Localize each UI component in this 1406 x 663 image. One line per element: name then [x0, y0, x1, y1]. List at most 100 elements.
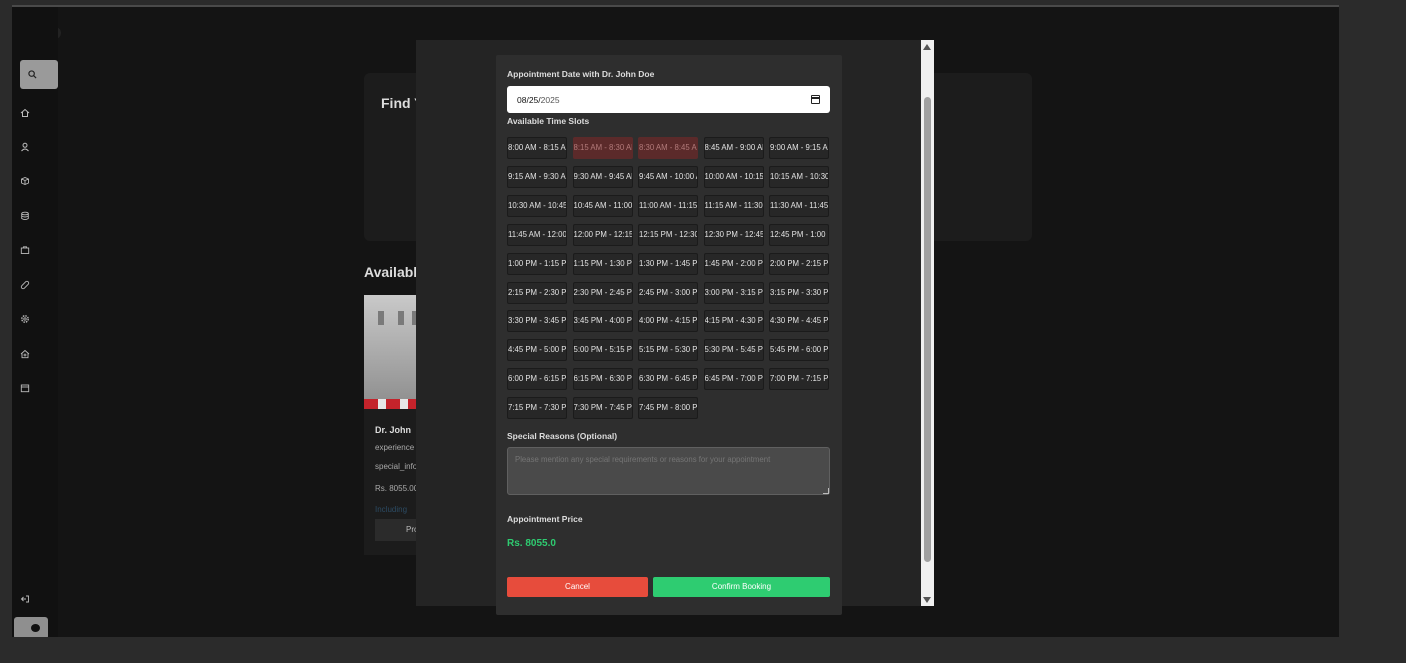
time-slot[interactable]: 2:15 PM - 2:30 PM	[507, 281, 567, 304]
pill-icon[interactable]	[20, 277, 30, 290]
time-slot[interactable]: 8:00 AM - 8:15 AM	[507, 137, 567, 159]
time-slot[interactable]: 10:15 AM - 10:30 AM	[769, 165, 829, 188]
confirm-booking-button[interactable]: Confirm Booking	[653, 577, 830, 597]
time-slot[interactable]: 11:30 AM - 11:45 AM	[769, 194, 829, 217]
settings-icon[interactable]	[20, 311, 30, 323]
time-slot-label: 9:30 AM - 9:45 AM	[573, 171, 633, 181]
time-slot[interactable]: 9:00 AM - 9:15 AM	[769, 137, 829, 159]
time-slot[interactable]: 7:15 PM - 7:30 PM	[507, 397, 567, 420]
time-slot[interactable]: 6:15 PM - 6:30 PM	[572, 368, 633, 391]
time-slot[interactable]: 1:30 PM - 1:45 PM	[638, 252, 698, 275]
time-slot-label: 2:45 PM - 3:00 PM	[639, 287, 698, 297]
time-slot-label: 2:30 PM - 2:45 PM	[573, 287, 633, 297]
time-slot-label: 12:30 PM - 12:45 PM	[704, 229, 764, 239]
time-slot[interactable]: 4:15 PM - 4:30 PM	[703, 310, 764, 333]
scroll-down-icon[interactable]	[923, 597, 931, 603]
doctor-card-image	[364, 295, 424, 409]
time-slot[interactable]: 10:45 AM - 11:00 AM	[572, 194, 633, 217]
scroll-up-icon[interactable]	[923, 44, 931, 50]
time-slot-label: 6:00 PM - 6:15 PM	[508, 374, 567, 384]
time-slot-label: 4:30 PM - 4:45 PM	[770, 316, 829, 326]
time-slot[interactable]: 12:15 PM - 12:30 PM	[638, 223, 698, 246]
modal-scrollbar[interactable]	[921, 40, 934, 606]
time-slot[interactable]: 4:00 PM - 4:15 PM	[638, 310, 698, 333]
time-slot[interactable]: 9:45 AM - 10:00 AM	[638, 165, 698, 188]
cancel-button[interactable]: Cancel	[507, 577, 648, 597]
time-slot[interactable]: 9:15 AM - 9:30 AM	[507, 165, 567, 188]
time-slot[interactable]: 3:30 PM - 3:45 PM	[507, 310, 567, 333]
time-slot[interactable]: 11:00 AM - 11:15 AM	[638, 194, 698, 217]
hospital-icon[interactable]	[20, 346, 30, 359]
theme-toggle[interactable]	[14, 617, 48, 637]
time-slot[interactable]: 12:00 PM - 12:15 PM	[572, 223, 633, 246]
doctor-card: Dr. John experience special_info Rs. 805…	[364, 295, 424, 555]
time-slot[interactable]: 5:45 PM - 6:00 PM	[769, 339, 829, 362]
time-slot[interactable]: 10:00 AM - 10:15 AM	[703, 165, 764, 188]
time-slot[interactable]: 5:15 PM - 5:30 PM	[638, 339, 698, 362]
time-slot[interactable]: 3:15 PM - 3:30 PM	[769, 281, 829, 304]
home-icon[interactable]	[20, 105, 30, 117]
time-slot[interactable]: 11:45 AM - 12:00 PM	[507, 223, 567, 246]
time-slot[interactable]: 11:15 AM - 11:30 AM	[703, 194, 764, 217]
time-slot-label: 12:00 PM - 12:15 PM	[573, 229, 633, 239]
time-slot[interactable]: 1:00 PM - 1:15 PM	[507, 252, 567, 275]
time-slot-label: 4:15 PM - 4:30 PM	[704, 316, 764, 326]
time-slot-label: 3:00 PM - 3:15 PM	[704, 287, 764, 297]
time-slot[interactable]: 12:30 PM - 12:45 PM	[703, 223, 764, 246]
time-slot-label: 10:45 AM - 11:00 AM	[573, 200, 633, 210]
time-slot[interactable]: 2:00 PM - 2:15 PM	[769, 252, 829, 275]
time-slot-label: 10:00 AM - 10:15 AM	[704, 171, 764, 181]
time-slot[interactable]: 4:30 PM - 4:45 PM	[769, 310, 829, 333]
resize-grip-icon[interactable]	[823, 488, 829, 494]
time-slot-booked: 8:15 AM - 8:30 AM (Booked)	[572, 137, 633, 159]
time-slot[interactable]: 2:45 PM - 3:00 PM	[638, 281, 698, 304]
time-slot[interactable]: 3:00 PM - 3:15 PM	[703, 281, 764, 304]
time-slot[interactable]: 9:30 AM - 9:45 AM	[572, 165, 633, 188]
time-slot-label: 4:00 PM - 4:15 PM	[639, 316, 698, 326]
time-slot[interactable]: 1:15 PM - 1:30 PM	[572, 252, 633, 275]
user-icon[interactable]	[20, 139, 30, 152]
price-value: Rs. 8055.0	[507, 538, 556, 549]
time-slot-label: 8:00 AM - 8:15 AM	[508, 143, 567, 152]
time-slot[interactable]: 10:30 AM - 10:45 AM	[507, 194, 567, 217]
date-year: 2025	[540, 94, 560, 105]
time-slot-label: 6:45 PM - 7:00 PM	[704, 374, 764, 384]
calendar-icon[interactable]	[811, 95, 820, 104]
time-slot[interactable]: 6:00 PM - 6:15 PM	[507, 368, 567, 391]
time-slot[interactable]: 7:45 PM - 8:00 PM	[638, 397, 698, 420]
time-slot[interactable]: 5:00 PM - 5:15 PM	[572, 339, 633, 362]
time-slot-label: 4:45 PM - 5:00 PM	[508, 345, 567, 355]
briefcase-icon[interactable]	[20, 242, 30, 254]
calendar-icon[interactable]	[20, 380, 30, 393]
time-slot-label: 12:15 PM - 12:30 PM	[639, 229, 698, 239]
time-slot-label: 10:15 AM - 10:30 AM	[770, 171, 829, 181]
reasons-label: Special Reasons (Optional)	[507, 431, 618, 441]
time-slot-label: 11:15 AM - 11:30 AM	[704, 200, 763, 210]
doctor-price: Rs. 8055.00	[375, 484, 419, 493]
time-slot[interactable]: 12:45 PM - 1:00 PM	[769, 223, 829, 246]
time-slot[interactable]: 2:30 PM - 2:45 PM	[572, 281, 633, 304]
time-slot[interactable]: 6:45 PM - 7:00 PM	[703, 368, 764, 391]
doctor-link[interactable]: Including	[375, 505, 407, 514]
logout-icon[interactable]	[20, 591, 30, 603]
time-slot[interactable]: 6:30 PM - 6:45 PM	[638, 368, 698, 391]
time-slot[interactable]: 8:45 AM - 9:00 AM	[703, 137, 764, 159]
date-input[interactable]: 08/25/2025	[507, 86, 830, 113]
time-slot-label: 5:00 PM - 5:15 PM	[573, 345, 633, 355]
time-slot[interactable]: 7:00 PM - 7:15 PM	[769, 368, 829, 391]
sidebar-search-button[interactable]	[20, 60, 58, 89]
time-slot[interactable]: 5:30 PM - 5:45 PM	[703, 339, 764, 362]
time-slot[interactable]: 3:45 PM - 4:00 PM	[572, 310, 633, 333]
scroll-thumb[interactable]	[924, 97, 931, 562]
time-slot-label: 3:30 PM - 3:45 PM	[508, 316, 567, 326]
time-slot-label: 1:15 PM - 1:30 PM	[573, 258, 633, 268]
database-icon[interactable]	[20, 208, 30, 220]
modal-overlay: Appointment Date with Dr. John Doe 08/25…	[416, 40, 921, 615]
box-icon[interactable]	[20, 173, 30, 185]
time-slot-booked: 8:30 AM - 8:45 AM (Booked)	[638, 137, 698, 159]
time-slot[interactable]: 7:30 PM - 7:45 PM	[572, 397, 633, 420]
reasons-textarea[interactable]	[507, 447, 830, 495]
time-slot-label: 9:15 AM - 9:30 AM	[508, 171, 567, 181]
time-slot[interactable]: 1:45 PM - 2:00 PM	[703, 252, 764, 275]
time-slot[interactable]: 4:45 PM - 5:00 PM	[507, 339, 567, 362]
